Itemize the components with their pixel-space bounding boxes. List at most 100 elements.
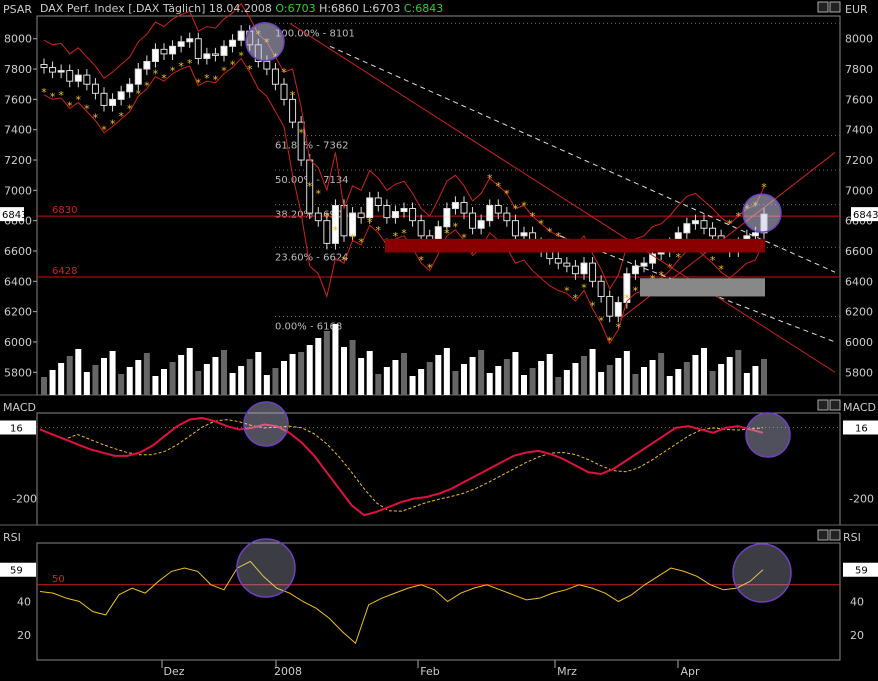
psar-star: * xyxy=(281,66,287,79)
psar-star: * xyxy=(590,300,596,313)
candle-body xyxy=(143,60,151,70)
rsi-highlight-circle xyxy=(236,538,296,598)
volume-bar xyxy=(409,376,416,395)
volume-bar xyxy=(195,371,202,395)
psar-star: * xyxy=(581,281,587,294)
psar-star: * xyxy=(204,72,210,85)
volume-bar xyxy=(315,338,322,395)
candle-body xyxy=(263,60,271,70)
psar-star: * xyxy=(530,210,536,223)
price-tick-label-left: 6000 xyxy=(4,336,32,349)
psar-star: * xyxy=(367,216,373,229)
volume-bar xyxy=(726,357,733,395)
volume-bar xyxy=(152,376,159,395)
psar-star: * xyxy=(247,63,253,76)
psar-star: * xyxy=(718,263,724,276)
rsi-title-left: RSI xyxy=(3,531,21,544)
psar-star: * xyxy=(564,284,570,297)
macd-title-left: MACD xyxy=(3,401,36,414)
psar-star: * xyxy=(761,181,767,194)
psar-star: * xyxy=(67,99,73,112)
volume-bar xyxy=(529,368,536,395)
psar-star: * xyxy=(504,187,510,200)
psar-star: * xyxy=(444,227,450,240)
candle-body xyxy=(237,30,245,41)
psar-star: * xyxy=(161,72,167,85)
volume-bar xyxy=(735,350,742,395)
price-tick-label-right: 6000 xyxy=(845,336,873,349)
volume-bar xyxy=(709,371,716,395)
fib-label: 23.60% - 6624 xyxy=(275,252,349,263)
candle-body xyxy=(554,258,562,264)
psar-star: * xyxy=(127,102,133,115)
volume-bar xyxy=(255,352,262,395)
psar-star: * xyxy=(358,236,364,249)
price-tick-label-left: 7800 xyxy=(4,63,32,76)
price-tick-label-right: 6400 xyxy=(845,275,873,288)
instrument-title: DAX Perf. Index [.DAX Täglich] 18.04.200… xyxy=(40,2,272,15)
psar-star: * xyxy=(136,87,142,100)
psar-star: * xyxy=(598,315,604,328)
psar-star: * xyxy=(101,124,107,137)
candle-body xyxy=(74,74,82,82)
psar-star: * xyxy=(427,262,433,275)
fib-label: 100.00% - 8101 xyxy=(275,28,355,39)
candle-body xyxy=(271,68,279,85)
volume-bar xyxy=(118,374,125,395)
volume-bar xyxy=(323,331,330,395)
volume-bar xyxy=(126,367,133,395)
candle-body xyxy=(709,227,717,237)
rsi-axis-right: 40 xyxy=(850,596,864,609)
candle-body xyxy=(323,220,331,244)
x-axis-label: Dez xyxy=(163,665,184,678)
psar-star: * xyxy=(496,180,502,193)
candle-body xyxy=(340,205,348,237)
restore-icon xyxy=(817,1,829,13)
lower-envelope-line xyxy=(43,57,765,345)
candle-body xyxy=(383,205,391,219)
macd-highlight-circle xyxy=(243,401,289,447)
volume-bar xyxy=(272,368,279,395)
price-tick-label-left: 6400 xyxy=(4,275,32,288)
volume-bar xyxy=(289,354,296,395)
price-tick-label-left: 6600 xyxy=(4,245,32,258)
psar-star: * xyxy=(376,224,382,237)
candle-body xyxy=(289,98,297,123)
price-tick-label-left: 7000 xyxy=(4,184,32,197)
candle-body xyxy=(186,38,194,43)
psar-star: * xyxy=(633,284,639,297)
candle-body xyxy=(409,208,417,222)
candle-body xyxy=(614,302,622,317)
volume-bar xyxy=(306,345,313,395)
candle-body xyxy=(683,223,691,234)
volume-bar xyxy=(632,374,639,395)
price-tag-right: 6843 xyxy=(853,210,878,221)
macd-title-right: MACD xyxy=(843,401,876,414)
restore-icon xyxy=(817,529,829,541)
psar-star: * xyxy=(153,68,159,81)
volume-bar xyxy=(358,358,365,395)
close-value: C:6843 xyxy=(403,2,444,15)
volume-bar xyxy=(683,362,690,395)
rsi-panel-frame xyxy=(36,542,841,661)
rsi-title-right: RSI xyxy=(843,531,861,544)
price-tick-label-left: 6200 xyxy=(4,306,32,319)
psar-star: * xyxy=(487,172,493,185)
volume-bar xyxy=(469,357,476,395)
rsi-50-label: 50 xyxy=(52,574,65,585)
price-tick-label-right: 7400 xyxy=(845,124,873,137)
volume-bar xyxy=(341,347,347,395)
psar-star: * xyxy=(521,200,527,213)
x-axis-label: Feb xyxy=(420,665,439,678)
candle-body xyxy=(194,38,202,59)
candle-body xyxy=(57,70,65,73)
volume-bar xyxy=(461,364,467,395)
volume-bar xyxy=(675,369,682,395)
volume-bar xyxy=(598,372,605,395)
psar-star: * xyxy=(513,203,519,216)
volume-bar xyxy=(503,359,510,395)
candle-body xyxy=(117,91,125,100)
volume-bar xyxy=(375,374,382,395)
volume-bar xyxy=(298,352,305,395)
open-value: O:6703 xyxy=(275,2,316,15)
